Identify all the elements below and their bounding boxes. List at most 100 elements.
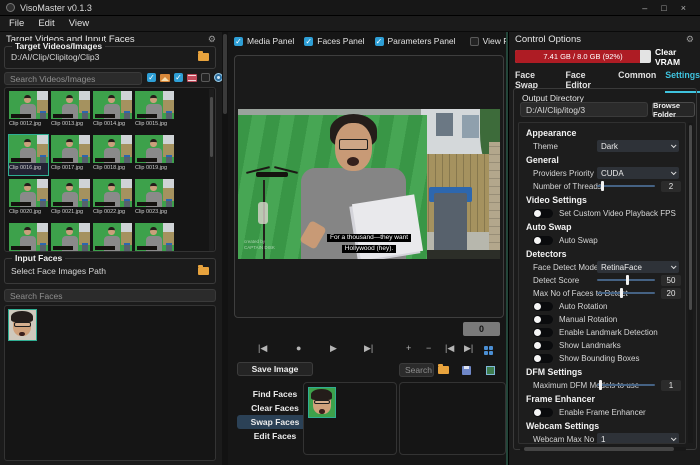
select-face-images-path[interactable]: Select Face Images Path [11,266,193,276]
menu-view[interactable]: View [69,18,89,29]
panel-checkbox-parameters-panel[interactable]: ✓ [375,37,384,46]
thumbnail-filename: Clip 0020.jpg [9,207,48,215]
video-thumbnail[interactable] [93,223,132,252]
video-thumbnail[interactable]: Clip 0020.jpg [9,179,48,219]
clear-faces-button[interactable]: Clear Faces [237,401,313,415]
slider[interactable] [597,379,655,391]
setting-row: Show Bounding Boxes [533,352,681,364]
save-embedding-icon[interactable] [462,366,471,375]
settings-horizontal-scrollbar[interactable] [520,447,686,451]
slider-value-field[interactable]: 20 [661,288,681,299]
minimize-button[interactable]: – [642,3,647,13]
settings-vertical-scrollbar[interactable] [688,123,693,443]
toggle-switch[interactable] [533,209,553,218]
video-thumbnail[interactable] [51,223,90,252]
dropdown-select[interactable]: Dark [597,140,679,152]
video-thumbnail[interactable]: Clip 0022.jpg [93,179,132,219]
dropdown-select[interactable]: RetinaFace [597,261,679,273]
thumbnail-filename: Clip 0022.jpg [93,207,132,215]
find-faces-button[interactable]: Find Faces [237,387,313,401]
settings-scroll-area: AppearanceThemeDarkGeneralProviders Prio… [518,122,686,444]
panel-checkbox-media-panel[interactable]: ✓ [234,37,243,46]
jump-start-icon[interactable]: |◀ [445,343,454,354]
slider-value-field[interactable]: 50 [661,275,681,286]
slider-value-field[interactable]: 1 [661,380,681,391]
edit-faces-button[interactable]: Edit Faces [237,429,313,443]
video-thumbnail[interactable] [135,223,174,252]
gear-icon[interactable]: ⚙ [208,34,216,45]
folder-icon[interactable] [438,366,449,374]
slider[interactable] [597,274,655,286]
setting-row: ThemeDark [533,140,681,152]
video-thumbnail[interactable]: Clip 0012.jpg [9,91,48,131]
thumbnail-filename: Clip 0023.jpg [135,207,174,215]
video-thumbnail[interactable]: Clip 0013.jpg [51,91,90,131]
dropdown-select[interactable]: 1 [597,433,679,444]
input-face-thumbnail[interactable] [8,309,37,341]
save-image-button[interactable]: Save Image [237,362,313,376]
folder-icon[interactable] [198,53,209,61]
slider-value-field[interactable]: 2 [661,181,681,192]
swap-faces-button[interactable]: Swap Faces [237,415,313,429]
output-directory-input[interactable]: D:/AI/Clip/itog/3 [520,102,648,117]
subtitle: For a thousand—they want Hollywood (hey)… [238,231,500,254]
close-button[interactable]: × [681,3,686,13]
chevron-down-icon [671,142,677,148]
maximize-button[interactable]: □ [661,3,666,13]
detected-face-thumbnail[interactable] [308,387,336,418]
gear-icon[interactable]: ⚙ [686,34,694,45]
browse-folder-button[interactable]: Browse Folder [652,102,695,117]
video-thumbnail[interactable]: Clip 0014.jpg [93,91,132,131]
panel-checkbox-faces-panel[interactable]: ✓ [304,37,313,46]
toggle-switch[interactable] [533,354,553,363]
dropdown-select[interactable]: CUDA [597,167,679,179]
add-marker-icon[interactable]: + [406,343,411,353]
clear-vram-button[interactable]: Clear VRAM [655,50,699,63]
search-videos-input[interactable]: Search Videos/Images [4,72,142,85]
thumb-list-scrollbar[interactable] [209,89,214,252]
videos-icon [187,74,197,82]
setting-row: Face Detect ModelRetinaFace [533,261,681,273]
toggle-switch[interactable] [533,408,553,417]
play-icon[interactable]: ▶ [330,343,337,354]
toggle-switch[interactable] [533,302,553,311]
remove-marker-icon[interactable]: − [426,343,431,353]
search-faces-input[interactable]: Search Faces [4,289,216,302]
video-thumbnail[interactable]: Clip 0023.jpg [135,179,174,219]
frame-number-field[interactable]: 0 [463,322,500,336]
jump-end-icon[interactable]: ▶| [464,343,473,354]
menu-edit[interactable]: Edit [38,18,54,29]
video-thumbnail[interactable]: Clip 0018.jpg [93,135,132,175]
video-thumbnail[interactable]: Clip 0015.jpg [135,91,174,131]
setting-row: Set Custom Video Playback FPS [533,207,681,219]
panel-checkbox-view-face-compare[interactable] [470,37,479,46]
menu-file[interactable]: File [9,18,24,29]
slider[interactable] [597,287,655,299]
toggle-switch[interactable] [533,341,553,350]
slider[interactable] [597,180,655,192]
fit-view-icon[interactable] [484,342,493,355]
video-thumbnail[interactable]: Clip 0021.jpg [51,179,90,219]
toggle-switch[interactable] [533,236,553,245]
control-options-panel: Control Options ⚙ 7.41 GB / 8.0 GB (92%)… [508,32,700,465]
target-path: D:/AI/Clip/Clipitog/Clip3 [11,52,193,62]
chevron-down-icon [671,263,677,269]
folder-icon[interactable] [198,267,209,275]
video-thumbnail[interactable]: Clip 0017.jpg [51,135,90,175]
video-thumbnail[interactable]: Clip 0019.jpg [135,135,174,175]
toggle-switch[interactable] [533,328,553,337]
record-icon[interactable]: ● [296,343,301,353]
video-frame[interactable]: created by CAPTAIN DISK For a thousand—t… [238,109,500,259]
export-embedding-icon[interactable] [486,366,495,375]
images-filter-checkbox[interactable]: ✓ [147,73,156,82]
toggle-switch[interactable] [533,315,553,324]
videos-filter-checkbox[interactable]: ✓ [174,73,183,82]
search-embeddings-input[interactable]: Search E... [399,363,434,377]
video-thumbnail[interactable]: Clip 0016.jpg [9,135,48,175]
input-faces-group: Input Faces Select Face Images Path [4,258,216,284]
video-thumbnail[interactable] [9,223,48,252]
webcam-filter-checkbox[interactable] [201,73,210,82]
previous-frame-icon[interactable]: |◀ [258,343,267,354]
next-frame-icon[interactable]: ▶| [364,343,373,354]
target-faces-box [399,382,506,455]
